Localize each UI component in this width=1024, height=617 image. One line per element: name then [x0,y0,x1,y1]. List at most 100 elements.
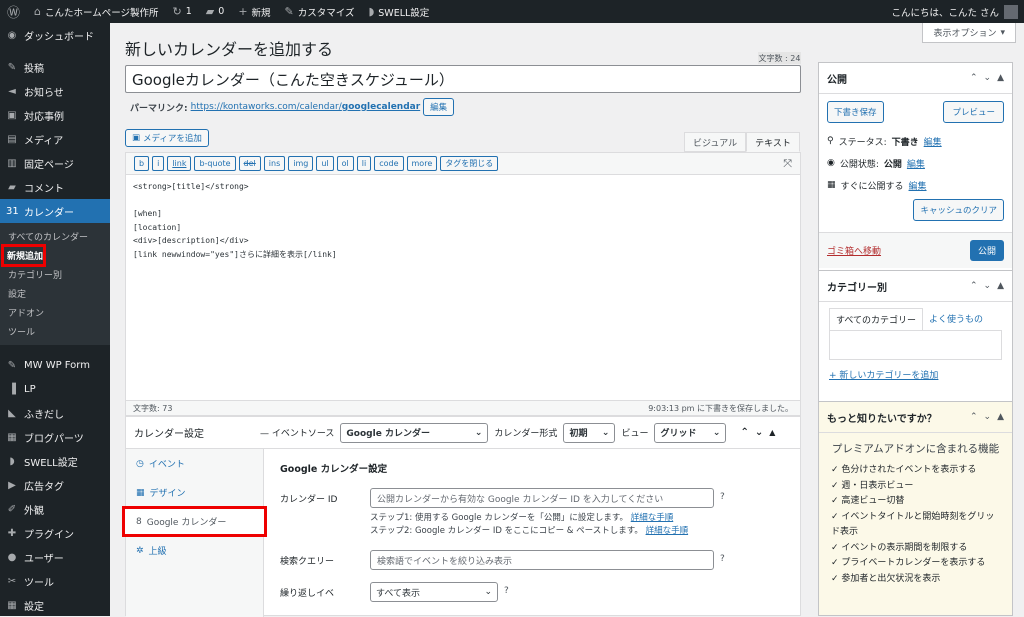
preview-button[interactable]: プレビュー [943,101,1004,123]
toggle-panel-icon[interactable]: ▲ [997,412,1004,422]
sidebar-item-sidebar.items23[interactable]: ▦ ブログパーツ [0,425,110,449]
toggle-panel-icon[interactable]: ▲ [997,73,1004,83]
move-up-icon[interactable]: ⌃ [970,281,978,291]
sidebar-item-sidebar.items7[interactable]: 31 カレンダー [0,199,110,223]
post-title-input[interactable] [125,65,801,93]
move-up-icon[interactable]: ⌃ [970,412,978,422]
sidebar-item-sidebar.items24[interactable]: ◗ SWELL設定 [0,449,110,473]
calendar-submenu-item[interactable]: アドオン [0,303,110,322]
schedule-edit-link[interactable]: 編集 [909,179,927,192]
sidebar-item-sidebar.items210[interactable]: ▦ 設定 [0,593,110,617]
quicktag-item-button[interactable]: タグを閉じる [440,156,499,171]
quicktag-ins-button[interactable]: ins [263,156,286,171]
help-icon[interactable]: ? [504,582,509,596]
media-icon: ▤ [7,133,17,145]
calendar-nav-item[interactable]: ✲ 上級 [126,536,263,565]
move-up-icon[interactable]: ⌃ [740,427,748,438]
move-down-icon[interactable]: ⌄ [984,73,992,83]
move-down-icon[interactable]: ⌄ [755,427,763,438]
visibility-edit-link[interactable]: 編集 [907,157,925,170]
tab-all-categories[interactable]: すべてのカテゴリー [829,308,924,330]
sidebar-item-sidebar.items5[interactable]: ▥ 固定ページ [0,151,110,175]
chevron-down-icon: ⌄ [601,427,610,438]
add-media-button[interactable]: ▣ メディアを追加 [125,129,209,147]
quicktag-link-button[interactable]: link [167,156,192,171]
sidebar-item-sidebar.items20[interactable]: ✎ MW WP Form [0,353,110,377]
view-select[interactable]: グリッド ⌄ [654,422,727,443]
sidebar-item-sidebar.items4[interactable]: ▤ メディア [0,127,110,151]
swell-settings-link[interactable]: ◗ SWELL設定 [361,0,436,23]
page-title: 新しいカレンダーを追加する [125,40,334,59]
toggle-panel-icon[interactable]: ▲ [769,428,775,437]
permalink-link[interactable]: https://kontaworks.com/calendar/googleca… [191,102,421,112]
quicktag-del-button[interactable]: del [238,156,261,171]
move-down-icon[interactable]: ⌄ [984,281,992,291]
sidebar-item-sidebar.items26[interactable]: ✐ 外観 [0,497,110,521]
sidebar-item-sidebar.items6[interactable]: ▰ コメント [0,175,110,199]
publish-button[interactable]: 公開 [969,240,1004,261]
permalink-edit-button[interactable]: 編集 [423,98,455,116]
help-icon[interactable]: ? [720,488,725,508]
cogs-icon: ✲ [136,545,144,556]
calendar-submenu-item[interactable]: 新規追加 [1,244,46,267]
quicktag-ol-button[interactable]: ol [336,156,354,171]
site-name-link[interactable]: ⌂ こんたホームページ製作所 [27,0,166,23]
quicktag-img-button[interactable]: img [288,156,314,171]
wordpress-logo-icon[interactable]: Ⓦ [0,0,27,23]
tab-popular-categories[interactable]: よく使うもの [923,308,989,330]
comments-link[interactable]: ▰ 0 [199,0,232,23]
quicktag-li-button[interactable]: li [356,156,372,171]
quicktag-code-button[interactable]: code [374,156,404,171]
updates-link[interactable]: ↻ 1 [166,0,199,23]
save-draft-button[interactable]: 下書き保存 [827,101,884,123]
sidebar-item-sidebar.items25[interactable]: ▶ 広告タグ [0,473,110,497]
calendar-format-select[interactable]: 初期 ⌄ [563,422,616,443]
quicktag-ul-button[interactable]: ul [316,156,334,171]
quicktag-b-quote-button[interactable]: b-quote [194,156,236,171]
sidebar-item-sidebar.items0[interactable]: ◉ ダッシュボード [0,23,110,47]
sidebar-item-sidebar.items27[interactable]: ✚ プラグイン [0,521,110,545]
calendar-submenu-item[interactable]: すべてのカレンダー [0,227,110,246]
tab-visual[interactable]: ビジュアル [684,132,747,152]
sidebar-item-sidebar.items1[interactable]: ✎ 投稿 [0,55,110,79]
sidebar-item-label: カレンダー [24,207,74,219]
quicktag-b-button[interactable]: b [134,156,150,171]
move-down-icon[interactable]: ⌄ [984,412,992,422]
new-content-link[interactable]: + 新規 [231,0,277,23]
add-category-link[interactable]: + 新しいカテゴリーを追加 [829,371,938,381]
quicktag-i-button[interactable]: i [152,156,165,171]
help-icon[interactable]: ? [720,550,725,564]
calendar-nav-item[interactable]: ◷ イベント [126,449,263,478]
sidebar-item-sidebar.items28[interactable]: ● ユーザー [0,545,110,569]
status-edit-link[interactable]: 編集 [924,135,942,148]
calendar-submenu-item[interactable]: ツール [0,322,110,341]
search-query-input[interactable]: 検索語でイベントを絞り込み表示 [370,550,714,570]
move-up-icon[interactable]: ⌃ [970,73,978,83]
purge-cache-button[interactable]: キャッシュのクリア [913,199,1004,221]
calendar-submenu-item[interactable]: 設定 [0,284,110,303]
customize-link[interactable]: ✎ カスタマイズ [278,0,362,23]
calendar-id-input[interactable]: 公開カレンダーから有効な Google カレンダー ID を入力してください [370,488,714,508]
quicktag-more-button[interactable]: more [406,156,438,171]
screen-options-button[interactable]: 表示オプション ▾ [922,23,1016,43]
sidebar-item-sidebar.items21[interactable]: ▐ LP [0,377,110,401]
toggle-panel-icon[interactable]: ▲ [997,281,1004,291]
calendar-submenu-item[interactable]: カテゴリー別 [0,265,110,284]
trash-link[interactable]: ゴミ箱へ移動 [827,244,881,257]
folder-icon: ▣ [7,109,17,121]
content-textarea[interactable]: <strong>[title]</strong> [when] [location]… [126,175,800,266]
tab-text[interactable]: テキスト [746,132,800,152]
calendar-nav-item[interactable]: ▦ デザイン [126,478,263,507]
calendar-nav-google[interactable]: 8 Google カレンダー [122,506,267,537]
sidebar-item-sidebar.items29[interactable]: ✂ ツール [0,569,110,593]
sidebar-item-sidebar.items22[interactable]: ◣ ふきだし [0,401,110,425]
details-link[interactable]: 詳細な手順 [646,526,689,536]
event-source-select[interactable]: Google カレンダー ⌄ [340,422,489,443]
fullscreen-icon[interactable]: ⤧ [783,157,792,171]
recurring-select[interactable]: すべて表示 ⌄ [370,582,498,602]
account-menu[interactable]: こんにちは、こんた さん [891,4,1024,19]
feature-label: 色分けされたイベントを表示する [841,465,977,475]
details-link[interactable]: 詳細な手順 [631,513,674,523]
sidebar-item-sidebar.items2[interactable]: ◄ お知らせ [0,79,110,103]
sidebar-item-sidebar.items3[interactable]: ▣ 対応事例 [0,103,110,127]
